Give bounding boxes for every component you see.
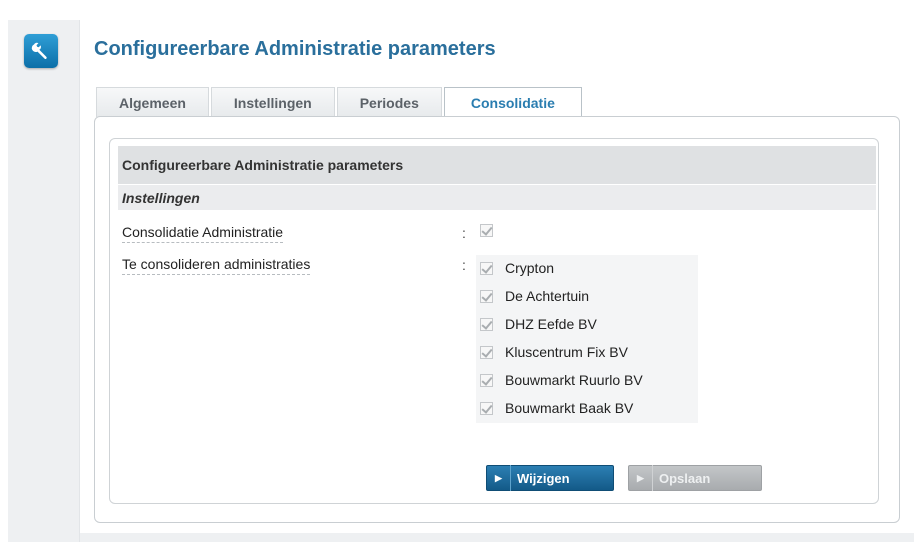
checkbox-check-icon (480, 289, 493, 303)
checkbox-check-icon (480, 401, 493, 415)
list-item-label: Kluscentrum Fix BV (505, 344, 628, 360)
wrench-icon (24, 34, 58, 68)
tab-algemeen[interactable]: Algemeen (96, 87, 209, 117)
opslaan-button: ▶ Opslaan (628, 465, 762, 491)
wijzigen-button[interactable]: ▶ Wijzigen (486, 465, 614, 491)
list-item-de-achtertuin[interactable]: De Achtertuin (480, 286, 589, 306)
list-item-label: De Achtertuin (505, 288, 590, 304)
section-header: Configureerbare Administratie parameters (118, 146, 876, 184)
checkbox-check-icon (480, 317, 493, 331)
wrench-icon-glyph (31, 42, 47, 60)
list-item-label: DHZ Eefde BV (505, 316, 597, 332)
checkbox-check-icon (480, 373, 493, 387)
subsection-header: Instellingen (118, 185, 876, 210)
bottom-strip (80, 533, 914, 542)
consolidatie-administratie-label: Consolidatie Administratie (122, 224, 284, 243)
list-item-bouwmarkt-baak[interactable]: Bouwmarkt Baak BV (480, 398, 633, 418)
consolidatie-separator: : (462, 225, 466, 241)
left-rail (8, 20, 80, 542)
page-title: Configureerbare Administratie parameters (94, 38, 496, 60)
list-item-bouwmarkt-ruurlo[interactable]: Bouwmarkt Ruurlo BV (480, 370, 643, 390)
list-item-crypton[interactable]: Crypton (480, 258, 554, 278)
list-item-label: Bouwmarkt Ruurlo BV (505, 372, 643, 388)
play-arrow-icon: ▶ (487, 465, 511, 491)
list-item-label: Crypton (505, 260, 555, 276)
te-consolideren-separator: : (462, 257, 466, 273)
te-consolideren-label: Te consolideren administraties (122, 256, 311, 275)
tab-instellingen[interactable]: Instellingen (210, 87, 335, 117)
list-item-label: Bouwmarkt Baak BV (505, 400, 634, 416)
consolidatie-administratie-checkbox[interactable] (480, 224, 493, 242)
parameters-panel: Configureerbare Administratie parameters… (109, 138, 879, 504)
list-item-dhz-eefde[interactable]: DHZ Eefde BV (480, 314, 597, 334)
list-item-kluscentrum-fix[interactable]: Kluscentrum Fix BV (480, 342, 628, 362)
opslaan-button-label: Opslaan (659, 470, 711, 486)
play-arrow-icon: ▶ (629, 465, 653, 491)
administraties-list: Crypton De Achtertuin DHZ Eefde BV Klusc… (476, 255, 698, 423)
checkbox-check-icon (480, 261, 493, 275)
top-strip (0, 0, 914, 8)
tab-consolidatie[interactable]: Consolidatie (443, 87, 582, 118)
checkbox-check-icon (480, 224, 493, 237)
checkbox-check-icon (480, 345, 493, 359)
tab-bar: Algemeen Instellingen Periodes Consolida… (96, 87, 584, 118)
tab-periodes[interactable]: Periodes (336, 87, 442, 117)
wijzigen-button-label: Wijzigen (517, 470, 570, 486)
